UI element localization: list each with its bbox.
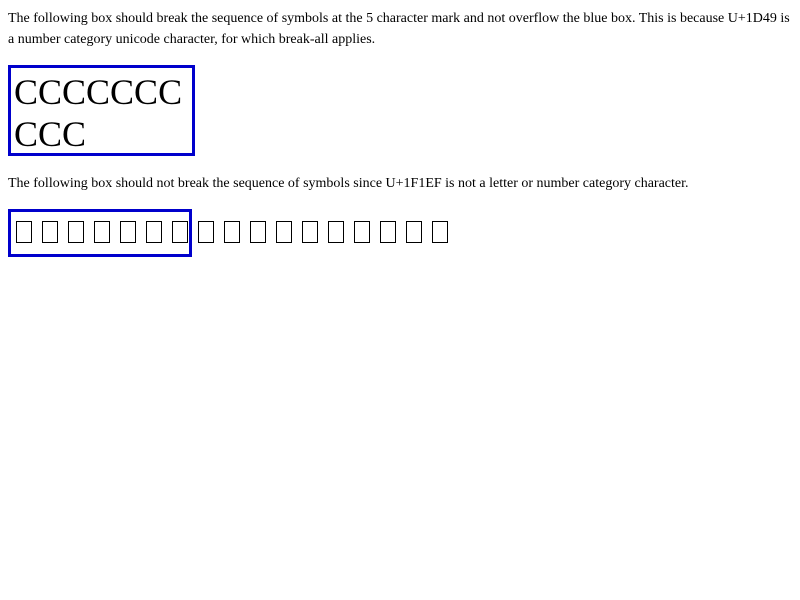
tofu-box-icon bbox=[354, 221, 370, 243]
tofu-box-icon bbox=[302, 221, 318, 243]
tofu-box-icon bbox=[94, 221, 110, 243]
page: The following box should break the seque… bbox=[0, 0, 800, 265]
tofu-box-icon bbox=[328, 221, 344, 243]
box1-line-1: CCCCCCC bbox=[14, 72, 183, 112]
tofu-box-icon bbox=[432, 221, 448, 243]
box1-line-2: CCC bbox=[14, 114, 87, 154]
tofu-box-icon bbox=[198, 221, 214, 243]
tofu-box-icon bbox=[276, 221, 292, 243]
tofu-box-icon bbox=[224, 221, 240, 243]
tofu-glyph-row bbox=[16, 221, 458, 243]
tofu-box-icon bbox=[120, 221, 136, 243]
blue-box-break-all: CCCCCCC CCC bbox=[8, 65, 195, 156]
paragraph-no-break-explanation: The following box should not break the s… bbox=[8, 176, 689, 191]
blue-box-no-break bbox=[8, 209, 448, 257]
tofu-box-icon bbox=[250, 221, 266, 243]
tofu-box-icon bbox=[380, 221, 396, 243]
tofu-box-icon bbox=[68, 221, 84, 243]
tofu-box-icon bbox=[16, 221, 32, 243]
tofu-box-icon bbox=[146, 221, 162, 243]
paragraph-break-all-explanation: The following box should break the seque… bbox=[8, 11, 790, 47]
tofu-box-icon bbox=[42, 221, 58, 243]
tofu-box-icon bbox=[406, 221, 422, 243]
tofu-box-icon bbox=[172, 221, 188, 243]
